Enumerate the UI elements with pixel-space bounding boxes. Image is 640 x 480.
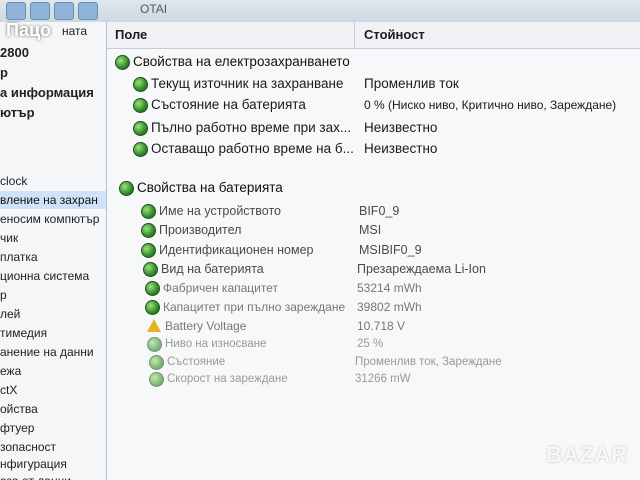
power-icon: [133, 77, 148, 92]
tree-item[interactable]: платка: [0, 248, 38, 266]
tree-item[interactable]: зопасност: [0, 438, 56, 456]
table-row[interactable]: Фабричен капацитет 53214 mWh: [107, 278, 640, 298]
field-value: 53214 mWh: [357, 281, 422, 295]
field-value: 0 % (Ниско ниво, Критично ниво, Зареждан…: [364, 98, 617, 112]
battery-icon: [149, 355, 164, 370]
tree-item[interactable]: фтуер: [0, 419, 34, 437]
field-value: 10.718 V: [357, 319, 406, 333]
field-value: 39802 mWh: [357, 300, 422, 314]
column-value-header[interactable]: Стойност: [364, 27, 425, 42]
field-label: Ниво на износване: [165, 338, 267, 350]
table-row[interactable]: Вид на батерията Презареждаема Li-Ion: [107, 259, 640, 279]
toolbar-refresh-icon[interactable]: [54, 2, 74, 20]
field-value: 31266 mW: [355, 373, 411, 385]
power-icon: [133, 98, 148, 113]
toolbar-back-icon[interactable]: [6, 2, 26, 20]
field-label: Име на устройството: [159, 204, 281, 218]
battery-icon: [143, 262, 158, 277]
tree-item[interactable]: р: [0, 64, 8, 82]
table-row[interactable]: Ниво на износване 25 %: [107, 334, 640, 354]
tree-item[interactable]: ойства: [0, 400, 38, 418]
section-battery-properties[interactable]: Свойства на батерията: [107, 178, 640, 198]
field-label: Идентификационен номер: [159, 243, 314, 257]
table-row[interactable]: Текущ източник на захранване Променлив т…: [107, 74, 640, 94]
tree-item[interactable]: лей: [0, 305, 20, 323]
tree-item[interactable]: ционна система: [0, 267, 89, 285]
field-value: Презареждаема Li-Ion: [357, 262, 486, 276]
tree-item[interactable]: еносим компютър: [0, 210, 99, 228]
tree-item[interactable]: аза от данни: [0, 472, 71, 480]
tree-item[interactable]: р: [0, 286, 7, 304]
field-label: Текущ източник на захранване: [151, 76, 344, 91]
battery-icon: [145, 281, 160, 296]
section-title: Свойства на батерията: [137, 180, 283, 195]
watermark-logo: BAZAR: [546, 442, 628, 467]
toolbar-title: OTAI: [140, 2, 168, 16]
warning-icon: [147, 319, 161, 332]
power-icon: [133, 142, 148, 157]
tree-item[interactable]: нфигурация: [0, 455, 67, 473]
tree-item[interactable]: ежа: [0, 362, 21, 380]
table-row[interactable]: Име на устройството BIF0_9: [107, 201, 640, 221]
column-header: Поле Стойност: [107, 22, 640, 49]
battery-icon: [149, 372, 164, 387]
battery-icon: [145, 300, 160, 315]
table-row[interactable]: Идентификационен номер MSIBIF0_9: [107, 240, 640, 260]
table-row[interactable]: Пълно работно време при зах... Неизвестн…: [107, 118, 640, 138]
table-row[interactable]: Оставащо работно време на б... Неизвестн…: [107, 139, 640, 159]
field-label: Състояние на батерията: [151, 97, 306, 112]
section-title: Свойства на електрозахранването: [133, 54, 350, 69]
navigation-tree: ната 2800 р а информация ютър clock влен…: [0, 22, 107, 480]
tree-item[interactable]: ютър: [0, 104, 35, 122]
field-value: BIF0_9: [359, 204, 400, 218]
tree-item[interactable]: 2800: [0, 44, 29, 62]
tree-item[interactable]: чик: [0, 229, 18, 247]
table-row[interactable]: Производител MSI: [107, 220, 640, 240]
field-value: Неизвестно: [364, 141, 438, 156]
tree-item[interactable]: а информация: [0, 84, 94, 102]
field-label: Оставащо работно време на б...: [151, 141, 354, 156]
field-label: Скорост на зареждане: [167, 373, 288, 385]
field-value: Неизвестно: [364, 120, 438, 135]
table-row[interactable]: Battery Voltage 10.718 V: [107, 316, 640, 336]
toolbar: OTAI: [0, 0, 640, 23]
toolbar-forward-icon[interactable]: [30, 2, 50, 20]
field-value: MSI: [359, 223, 382, 237]
power-icon: [115, 55, 130, 70]
battery-icon: [141, 243, 156, 258]
battery-icon: [147, 337, 162, 352]
field-label: Battery Voltage: [165, 319, 247, 333]
field-label: Производител: [159, 223, 242, 237]
tree-item-selected[interactable]: вление на захран: [0, 191, 106, 209]
battery-icon: [119, 181, 134, 196]
column-field-header[interactable]: Поле: [115, 27, 147, 42]
field-value: MSIBIF0_9: [359, 243, 422, 257]
section-power-properties[interactable]: Свойства на електрозахранването: [107, 52, 640, 72]
column-separator[interactable]: [354, 22, 355, 48]
field-label: Вид на батерията: [161, 262, 264, 276]
field-label: Фабричен капацитет: [163, 281, 279, 295]
field-value: Променлив ток: [364, 76, 459, 91]
brand-overlay: Пацо: [6, 20, 52, 40]
power-icon: [133, 121, 148, 136]
field-value: 25 %: [357, 338, 384, 350]
battery-icon: [141, 223, 156, 238]
table-row[interactable]: Капацитет при пълно зареждане 39802 mWh: [107, 297, 640, 317]
battery-icon: [141, 204, 156, 219]
tree-item[interactable]: тимедия: [0, 324, 47, 342]
field-label: Пълно работно време при зах...: [151, 120, 352, 135]
field-label: Капацитет при пълно зареждане: [163, 300, 346, 314]
details-panel: Поле Стойност Свойства на електрозахранв…: [107, 22, 640, 480]
table-row[interactable]: Скорост на зареждане 31266 mW: [107, 369, 640, 389]
toolbar-report-icon[interactable]: [78, 2, 98, 20]
tree-item[interactable]: ctX: [0, 381, 17, 399]
tree-item[interactable]: анение на данни: [0, 343, 94, 361]
tree-item[interactable]: ната: [62, 22, 87, 40]
table-row[interactable]: Състояние на батерията 0 % (Ниско ниво, …: [107, 95, 640, 115]
tree-item[interactable]: clock: [0, 172, 27, 190]
